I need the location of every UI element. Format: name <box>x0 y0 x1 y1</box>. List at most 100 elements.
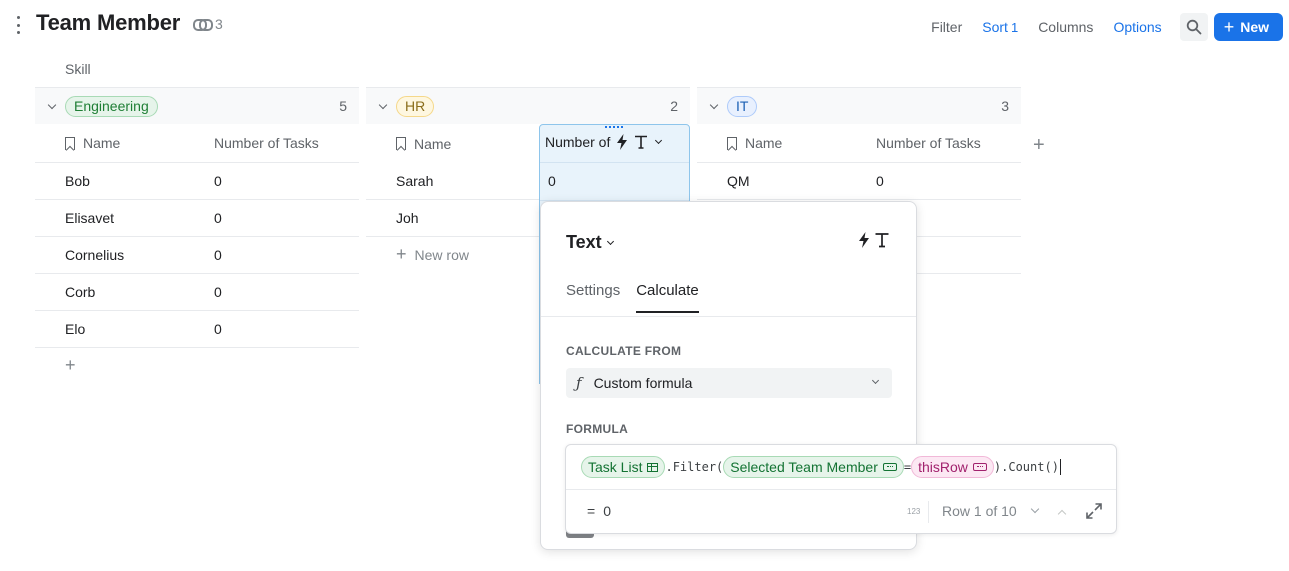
column-header-row: Name Number of Tasks <box>697 124 1021 163</box>
chevron-down-icon[interactable] <box>378 101 388 111</box>
plus-icon: + <box>1223 17 1235 37</box>
group-engineering: Engineering 5 Name Number of Tasks Bob 0 … <box>35 87 359 383</box>
table-row[interactable]: Joh <box>366 200 539 237</box>
column-header-label: Name <box>414 135 452 152</box>
linked-count[interactable]: 3 <box>193 16 223 32</box>
cell-name[interactable]: QM <box>697 163 868 199</box>
formula-result: = 0 <box>587 503 611 519</box>
chevron-down-icon <box>871 376 880 385</box>
formula-chip-column[interactable]: Selected Team Member <box>723 456 904 478</box>
search-button[interactable] <box>1179 13 1208 41</box>
table-row[interactable]: Bob 0 <box>35 163 359 200</box>
group-by-label: Skill <box>65 61 91 77</box>
group-header: Engineering 5 <box>35 87 359 124</box>
cell-tasks[interactable]: 0 <box>206 311 222 347</box>
cell-name[interactable]: Sarah <box>366 163 433 199</box>
columns-button[interactable]: Columns <box>1028 13 1103 41</box>
lookup-icon <box>882 463 897 471</box>
link-count-value: 3 <box>215 16 223 32</box>
chip-label: thisRow <box>918 459 968 475</box>
divider <box>928 501 929 523</box>
options-button[interactable]: Options <box>1103 13 1171 41</box>
column-type-selector[interactable]: Text <box>566 232 614 253</box>
cell-tasks[interactable]: 0 <box>206 274 222 310</box>
new-button[interactable]: + New <box>1213 13 1283 41</box>
table-row[interactable]: Elisavet 0 <box>35 200 359 237</box>
column-type-label: Text <box>566 232 602 252</box>
bookmark-icon <box>65 136 75 150</box>
group-count: 2 <box>670 98 678 114</box>
page-title: Team Member <box>36 10 181 35</box>
divider <box>541 316 916 317</box>
plus-icon: + <box>65 355 76 375</box>
bookmark-icon <box>396 137 406 150</box>
function-icon: ƒ <box>576 374 582 392</box>
formula-text: ).Count() <box>993 460 1059 474</box>
add-column-button[interactable]: + <box>1033 134 1045 157</box>
chevron-down-icon[interactable] <box>1030 504 1040 514</box>
table-row[interactable]: Sarah <box>366 163 539 200</box>
cell-tasks[interactable]: 0 <box>548 173 556 189</box>
cell-name[interactable]: Elisavet <box>35 200 206 236</box>
column-header-name[interactable]: Name <box>366 124 539 163</box>
column-header-label: Name <box>745 135 783 151</box>
column-header-label: Name <box>83 135 121 151</box>
expand-icon[interactable] <box>1085 502 1103 520</box>
filter-button[interactable]: Filter <box>921 13 972 41</box>
plus-icon: + <box>396 244 407 264</box>
cell-name[interactable]: Corb <box>35 274 206 310</box>
chip-label: Selected Team Member <box>730 459 878 475</box>
cell-name[interactable]: Bob <box>35 163 206 199</box>
calculate-from-label: CALCULATE FROM <box>566 344 682 358</box>
search-icon <box>1186 19 1202 35</box>
column-header-tasks[interactable]: Number of Tasks <box>206 124 319 162</box>
sort-label: Sort <box>982 18 1008 35</box>
formula-label: FORMULA <box>566 422 629 436</box>
column-header-tasks-selected[interactable]: Number of <box>545 134 663 150</box>
formula-chip-table[interactable]: Task List <box>581 456 666 478</box>
chip-label: Task List <box>588 459 643 475</box>
new-label: New <box>1240 19 1269 35</box>
table-row[interactable]: Elo 0 <box>35 311 359 348</box>
cell-tasks[interactable]: 0 <box>868 163 884 199</box>
cell-name[interactable]: Elo <box>35 311 206 347</box>
group-header: HR 2 <box>366 87 690 124</box>
table-row[interactable]: Cornelius 0 <box>35 237 359 274</box>
column-type-icons <box>858 232 890 248</box>
tab-settings[interactable]: Settings <box>566 282 620 313</box>
tab-calculate[interactable]: Calculate <box>636 282 699 313</box>
column-header-name[interactable]: Name <box>35 124 206 162</box>
sort-count: 1 <box>1010 19 1019 35</box>
table-row[interactable]: QM 0 <box>697 163 1021 200</box>
chevron-down-icon[interactable] <box>47 101 57 111</box>
row-navigation-label: Row 1 of 10 <box>942 503 1017 519</box>
formula-editor[interactable]: Task List .Filter( Selected Team Member … <box>565 444 1117 534</box>
column-header-tasks[interactable]: Number of Tasks <box>868 124 981 162</box>
chevron-down-icon[interactable] <box>709 101 719 111</box>
sort-button[interactable]: Sort 1 <box>972 13 1028 42</box>
formula-input[interactable]: Task List .Filter( Selected Team Member … <box>581 456 1061 478</box>
cell-name[interactable]: Joh <box>366 200 419 236</box>
cell-tasks[interactable]: 0 <box>206 237 222 273</box>
new-row-label: New row <box>414 246 469 263</box>
add-row-button[interactable]: + <box>35 348 359 383</box>
group-count: 5 <box>339 98 347 114</box>
column-header-name[interactable]: Name <box>697 124 868 162</box>
column-divider <box>540 162 689 163</box>
chevron-down-icon[interactable] <box>655 136 663 145</box>
cell-tasks[interactable]: 0 <box>206 200 222 236</box>
bookmark-icon <box>727 136 737 150</box>
table-row[interactable]: Corb 0 <box>35 274 359 311</box>
formula-chip-this-row[interactable]: thisRow <box>911 456 994 478</box>
calculate-from-select[interactable]: ƒ Custom formula <box>566 368 892 398</box>
cell-tasks[interactable]: 0 <box>206 163 222 199</box>
drag-handle-icon[interactable] <box>605 126 623 128</box>
lightning-icon <box>859 232 869 248</box>
result-prefix: = <box>587 503 596 519</box>
group-header: IT 3 <box>697 87 1021 124</box>
toolbar: Filter Sort 1 Columns Options + New <box>921 13 1283 41</box>
chevron-up-icon[interactable] <box>1057 509 1067 519</box>
cell-name[interactable]: Cornelius <box>35 237 206 273</box>
text-type-icon <box>875 233 889 248</box>
more-options-kebab-icon[interactable] <box>12 16 24 34</box>
